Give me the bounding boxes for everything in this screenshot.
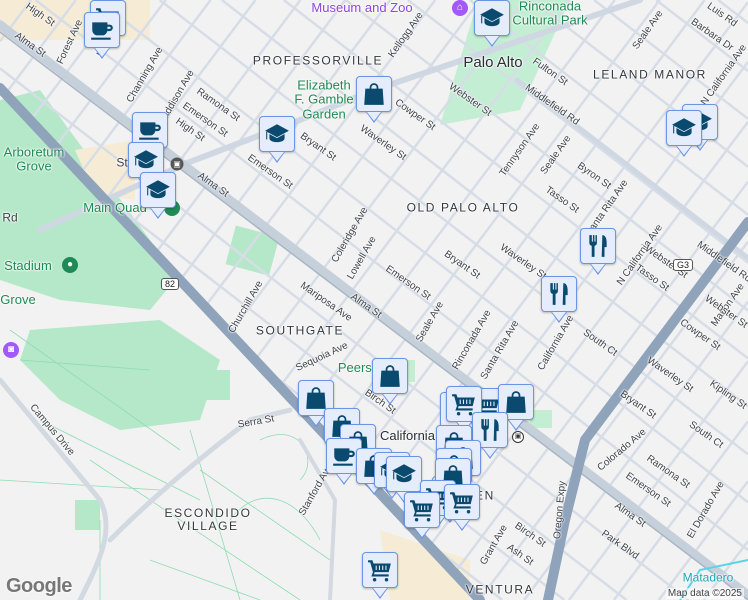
- rinconada-park-label[interactable]: Rinconada Cultural Park: [512, 0, 587, 28]
- school-marker[interactable]: [386, 456, 422, 503]
- neighborhood-southgate: SOUTHGATE: [255, 323, 345, 338]
- neighborhood-escondido-village: ESCONDIDO VILLAGE: [164, 505, 252, 533]
- neighborhood-leland-manor: LELAND MANOR: [593, 67, 707, 82]
- highway-g3-shield: G3: [672, 259, 694, 271]
- museum-label[interactable]: Museum and Zoo: [311, 0, 412, 15]
- restaurant-marker[interactable]: [541, 276, 577, 323]
- shopping-cart-icon: [449, 489, 475, 515]
- shopping-cart-icon: [409, 497, 435, 523]
- fork-knife-icon: [477, 417, 503, 443]
- coffee-cup-icon: [89, 17, 115, 43]
- graduation-cap-icon: [133, 147, 159, 173]
- school-marker[interactable]: [140, 172, 176, 219]
- shopping-bag-icon: [361, 81, 387, 107]
- graduation-cap-icon: [391, 461, 417, 487]
- school-marker[interactable]: [666, 110, 702, 157]
- arboretum-label[interactable]: Arboretum Grove: [4, 145, 65, 175]
- camera-pin-icon[interactable]: ◙: [3, 342, 19, 358]
- grocery-store-marker[interactable]: [404, 492, 440, 539]
- shopping-bag-icon: [303, 385, 329, 411]
- graduation-cap-icon: [145, 177, 171, 203]
- cafe-marker[interactable]: [84, 12, 120, 59]
- stadium-label[interactable]: Stadium: [4, 258, 52, 273]
- street-line: [0, 594, 7, 600]
- school-marker[interactable]: [259, 116, 295, 163]
- coffee-cup-icon: [137, 117, 163, 143]
- shopping-marker[interactable]: [372, 358, 408, 405]
- matadero-label: Matadero: [682, 570, 734, 585]
- graduation-cap-icon: [671, 115, 697, 141]
- shopping-bag-icon: [377, 363, 403, 389]
- shopping-cart-icon: [367, 557, 393, 583]
- coffee-cup-icon: [331, 443, 357, 469]
- shopping-bag-icon: [503, 389, 529, 415]
- neighborhood-ventura: VENTURA: [465, 582, 535, 597]
- neighborhood-professorville: PROFESSORVILLE: [252, 53, 384, 68]
- train-station-icon[interactable]: ▣: [512, 431, 524, 443]
- grocery-store-marker[interactable]: [444, 484, 480, 531]
- school-marker[interactable]: [474, 0, 510, 47]
- train-station-icon[interactable]: ▣: [170, 157, 184, 171]
- restaurant-marker[interactable]: [580, 228, 616, 275]
- main-quad-label[interactable]: Main Quad: [83, 200, 147, 215]
- grocery-store-marker[interactable]: [362, 552, 398, 599]
- grove-label[interactable]: Grove: [0, 292, 35, 307]
- city-label-palo-alto: Palo Alto: [463, 53, 523, 71]
- street-line: [0, 402, 255, 600]
- google-logo[interactable]: Google: [6, 575, 72, 598]
- fork-knife-icon: [546, 281, 572, 307]
- station-label[interactable]: St: [116, 156, 127, 169]
- museum-pin-icon[interactable]: ⌂: [452, 0, 468, 16]
- fork-knife-icon: [585, 233, 611, 259]
- stadium-pin-icon[interactable]: ●: [62, 257, 78, 273]
- gamble-garden-label[interactable]: Elizabeth F. Gamble Garden: [294, 78, 353, 122]
- map-attribution[interactable]: Map data ©2025: [665, 588, 744, 599]
- graduation-cap-icon: [264, 121, 290, 147]
- neighborhood-old-palo-alto: OLD PALO ALTO: [406, 200, 520, 215]
- graduation-cap-icon: [479, 5, 505, 31]
- shopping-marker[interactable]: [356, 76, 392, 123]
- road-label-rd: Rd: [2, 210, 18, 225]
- highway-82-shield: 82: [160, 278, 180, 290]
